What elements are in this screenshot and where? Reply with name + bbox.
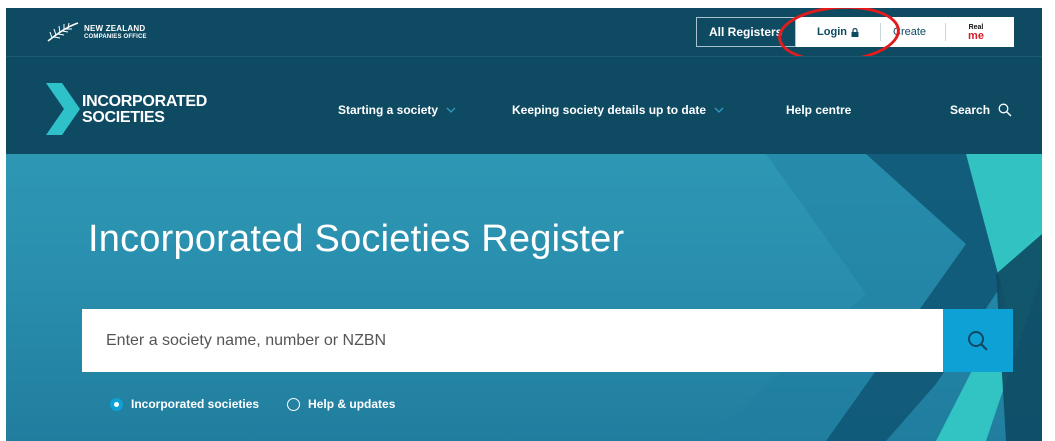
lock-icon [851,27,859,37]
incorporated-societies-logo[interactable]: INCORPORATED SOCIETIES [82,94,207,126]
browser-page: NEW ZEALAND COMPANIES OFFICE All Registe… [6,8,1042,441]
radio-help-and-updates[interactable]: Help & updates [287,397,395,411]
radio-label: Incorporated societies [131,397,260,411]
search-icon [998,103,1012,117]
nav-help-centre[interactable]: Help centre [786,103,851,117]
nav-keeping-society-details[interactable]: Keeping society details up to date [512,103,724,117]
chevron-down-icon [446,107,456,113]
incorporated-societies-chevron-icon [46,83,80,135]
page-title: Incorporated Societies Register [88,218,625,260]
search-scope-options: Incorporated societies Help & updates [110,397,395,411]
account-button-group: Login Create Real me [796,17,1014,47]
society-search-input[interactable] [82,309,943,372]
brand-line-2: SOCIETIES [82,109,165,126]
nav-label: Starting a society [338,103,439,117]
silver-fern-icon [47,22,79,42]
nav-label: Keeping society details up to date [512,103,707,117]
radio-unselected-icon [287,397,301,411]
create-button[interactable]: Create [881,26,945,38]
government-topbar: NEW ZEALAND COMPANIES OFFICE All Registe… [6,8,1042,67]
society-search-bar [82,309,1013,372]
nav-label: Search [950,103,991,117]
main-navigation: INCORPORATED SOCIETIES Starting a societ… [6,56,1042,154]
radio-selected-icon [110,397,123,411]
nav-starting-a-society[interactable]: Starting a society [338,103,456,117]
nav-label: Help centre [786,103,852,117]
all-registers-button[interactable]: All Registers [696,17,796,47]
realme-logo-button[interactable]: Real me [946,23,1006,42]
brand-line-1: INCORPORATED [82,93,207,110]
radio-incorporated-societies[interactable]: Incorporated societies [110,397,259,411]
search-icon [968,330,988,351]
logo-line-1: NEW ZEALAND [84,24,146,33]
logo-line-2: COMPANIES OFFICE [84,34,147,40]
radio-label: Help & updates [308,397,396,411]
nav-search[interactable]: Search [950,103,1012,117]
search-submit-button[interactable] [943,309,1013,372]
chevron-down-icon [714,107,724,113]
login-label: Login [817,26,847,38]
login-button[interactable]: Login [796,26,880,38]
companies-office-logo[interactable]: NEW ZEALAND COMPANIES OFFICE [84,24,147,42]
hero-banner: Incorporated Societies Register Incorpor… [6,154,1042,441]
realme-line-2: me [968,30,984,42]
